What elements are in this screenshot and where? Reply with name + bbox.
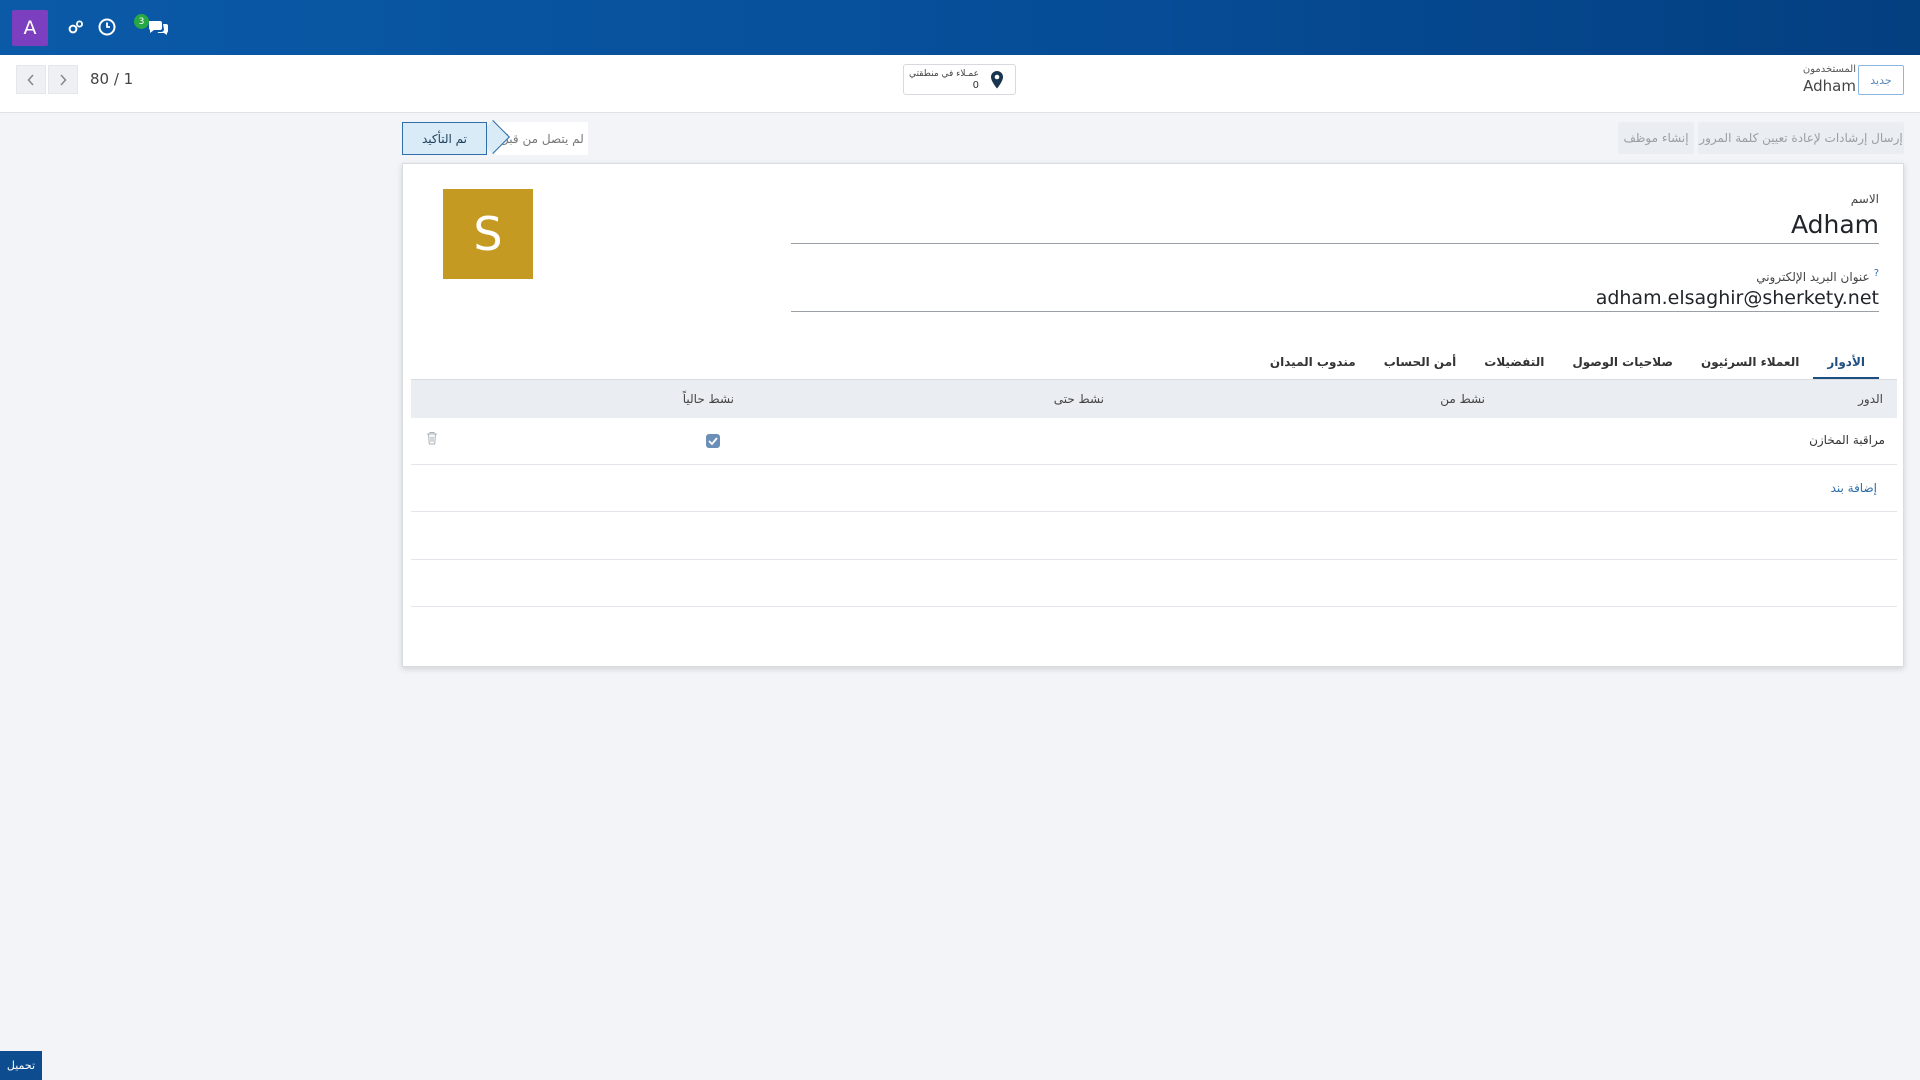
chevron-left-icon [27, 73, 34, 86]
tab-main-customers[interactable]: العملاء السرئيون [1687, 349, 1813, 379]
email-label: عنوان البريد الإلكتروني [1756, 270, 1870, 284]
role-cell[interactable]: مراقبة المخازن [1809, 433, 1885, 447]
notebook-tabs: الأدوار العملاء السرئيون صلاحيات الوصول … [1256, 349, 1879, 379]
column-header-currently-active[interactable]: نشط حالياً [683, 392, 734, 406]
name-label: الاسم [1850, 192, 1879, 206]
column-header-active-to[interactable]: نشط حتى [1054, 392, 1104, 406]
roles-table-header: الدور نشط من نشط حتى نشط حالياً [411, 379, 1897, 418]
map-pin-icon [991, 71, 1003, 89]
empty-row [411, 560, 1897, 607]
tab-field-agent[interactable]: مندوب الميدان [1256, 349, 1370, 379]
tab-roles[interactable]: الأدوار [1813, 349, 1879, 379]
geo-smart-button-count: 0 [972, 80, 979, 91]
chevron-right-icon [60, 73, 67, 86]
messages-badge: 3 [134, 14, 149, 29]
user-avatar[interactable]: A [12, 10, 48, 46]
stage-never-connected[interactable]: لم يتصل من قبل [496, 122, 588, 155]
add-line-row: إضافة بند [411, 465, 1897, 512]
settings-cogs-icon[interactable] [65, 16, 87, 38]
user-image[interactable]: S [443, 189, 533, 279]
geo-smart-button[interactable]: عمـلاء في منطقتي 0 [903, 64, 1016, 95]
tab-access-rights[interactable]: صلاحيات الوصول [1558, 349, 1687, 379]
stage-confirmed[interactable]: تم التأكيد [402, 122, 487, 155]
tab-preferences[interactable]: التفضيلات [1470, 349, 1558, 379]
new-button[interactable]: جديد [1858, 65, 1904, 95]
download-button[interactable]: تحميل [0, 1051, 42, 1080]
tab-account-security[interactable]: أمن الحساب [1370, 349, 1471, 379]
table-row[interactable]: مراقبة المخازن [411, 418, 1897, 465]
email-field[interactable]: adham.elsaghir@sherkety.net [791, 286, 1879, 312]
currently-active-checkbox[interactable] [706, 434, 720, 448]
clock-icon[interactable] [96, 16, 118, 38]
pager-next-button[interactable] [48, 65, 78, 94]
empty-row [411, 512, 1897, 560]
form-sheet: S الاسم Adham عنوان البريد الإلكتروني? a… [402, 163, 1904, 667]
geo-smart-button-label: عمـلاء في منطقتي [908, 69, 979, 79]
top-navbar: A 3 [0, 0, 1920, 55]
send-reset-password-button[interactable]: إرسال إرشادات لإعادة تعيين كلمة المرور [1698, 122, 1904, 154]
help-question-icon[interactable]: ? [1874, 268, 1879, 279]
name-field[interactable]: Adham [791, 208, 1879, 244]
pager-value[interactable]: 80 / 1 [90, 70, 133, 88]
check-icon [708, 437, 718, 445]
add-line-link[interactable]: إضافة بند [1831, 481, 1877, 495]
column-header-active-from[interactable]: نشط من [1440, 392, 1485, 406]
create-employee-button[interactable]: إنشاء موظف [1618, 122, 1694, 154]
breadcrumb-parent[interactable]: المستخدمون [1803, 64, 1856, 75]
pager-previous-button[interactable] [16, 65, 46, 94]
breadcrumb-current: Adham [1803, 77, 1856, 95]
control-panel: 80 / 1 عمـلاء في منطقتي 0 المستخدمون Adh… [0, 55, 1920, 113]
trash-icon[interactable] [426, 430, 438, 449]
email-label-wrap: عنوان البريد الإلكتروني? [1756, 268, 1879, 284]
column-header-role[interactable]: الدور [1858, 392, 1883, 406]
